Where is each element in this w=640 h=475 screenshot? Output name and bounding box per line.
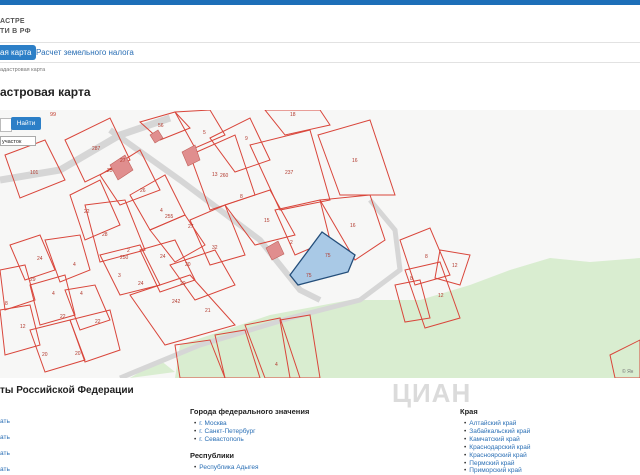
parcel-label: 15 xyxy=(264,218,270,224)
parcel-label: 101 xyxy=(30,170,39,176)
page-title: астровая карта xyxy=(0,85,91,99)
top-accent-bar xyxy=(0,0,640,5)
parcel-label: 3 xyxy=(118,273,121,279)
parcel-label: 4 xyxy=(52,291,55,297)
watermark: ЦИАН xyxy=(392,378,472,408)
parcel-label: 24 xyxy=(138,281,144,287)
krai-heading: Края xyxy=(460,407,478,416)
site-logo[interactable]: АСТРЕ ТИ В РФ xyxy=(0,17,31,37)
parcel-label: 8 xyxy=(425,254,428,260)
parcel-label: 12 xyxy=(438,293,444,299)
brand-line-2: ТИ В РФ xyxy=(0,28,31,35)
parcel-label: 22 xyxy=(95,319,101,325)
parcel-label: 29 xyxy=(30,277,36,283)
divider xyxy=(0,42,640,43)
parcel-label: 32 xyxy=(212,245,218,251)
federal-cities-heading: Города федерального значения xyxy=(190,407,310,416)
parcel-label: 26 xyxy=(140,188,146,194)
tab-cadastral-map[interactable]: ая карта xyxy=(0,45,37,60)
parcel-label: 25 xyxy=(107,168,113,174)
parcel-label: 27 xyxy=(188,224,194,230)
parcel-label: 287 xyxy=(92,146,101,152)
parcel-label: 24 xyxy=(160,254,166,260)
link-krai[interactable]: Камчатский край xyxy=(464,436,520,444)
link-krai[interactable]: Краснодарский край xyxy=(464,444,530,452)
link-krai[interactable]: Алтайский край xyxy=(464,420,516,428)
region-link[interactable]: ать xyxy=(0,434,10,441)
parcel-label: 99 xyxy=(50,112,56,118)
parcel-label: 12 xyxy=(20,324,26,330)
parcel-label: 2 xyxy=(127,248,130,254)
parcel-label: 22 xyxy=(60,314,66,320)
parcel-label: 8 xyxy=(410,276,413,282)
republics-heading: Республики xyxy=(190,451,234,460)
brand-line-1: АСТРЕ xyxy=(0,18,25,25)
link-krai[interactable]: Красноярский край xyxy=(464,452,526,460)
parcel-label: 237 xyxy=(285,170,294,176)
parcel-label: 27 xyxy=(120,158,126,164)
parcel-label: 260 xyxy=(220,173,229,179)
parcel-label: 8 xyxy=(240,194,243,200)
parcel-label: 12 xyxy=(452,263,458,269)
parcel-label: 4 xyxy=(160,208,163,214)
parcel-label: 255 xyxy=(165,214,174,220)
parcel-label: 2 xyxy=(290,240,293,246)
parcel-label: 20 xyxy=(180,281,186,287)
parcel-label: 250 xyxy=(120,255,129,261)
parcel-label: 13 xyxy=(212,172,218,178)
parcel-label: 9 xyxy=(245,136,248,142)
region-link[interactable]: ать xyxy=(0,466,10,473)
cadastral-map[interactable]: 99 56 5 18 287 9 101 27 25 26 13 260 237… xyxy=(0,110,640,378)
link-moscow[interactable]: г. Москва xyxy=(194,420,226,428)
region-link[interactable]: ать xyxy=(0,450,10,457)
parcel-label: 8 xyxy=(5,301,8,307)
map-canvas[interactable]: 99 56 5 18 287 9 101 27 25 26 13 260 237… xyxy=(0,110,640,378)
object-type-select[interactable]: участок xyxy=(0,136,36,146)
parcel-label: 75 xyxy=(306,273,312,279)
parcel-label: 75 xyxy=(325,253,331,259)
parcel-label: 20 xyxy=(75,351,81,357)
parcel-label: 21 xyxy=(205,308,211,314)
parcel-label: 56 xyxy=(158,123,164,129)
parcel-label: 18 xyxy=(290,112,296,118)
breadcrumb[interactable]: адастровая карта xyxy=(0,67,45,73)
parcel-label: 4 xyxy=(73,262,76,268)
regions-title: ты Российской Федерации xyxy=(0,385,134,396)
region-link[interactable]: ать xyxy=(0,418,10,425)
parcel-label: 5 xyxy=(203,130,206,136)
parcel-label: 20 xyxy=(42,352,48,358)
parcel-label: 24 xyxy=(37,256,43,262)
parcel-label: 16 xyxy=(352,158,358,164)
divider xyxy=(0,62,640,63)
parcel-label: 20 xyxy=(185,262,191,268)
link-sevastopol[interactable]: г. Севастополь xyxy=(194,436,243,444)
parcel-label: 242 xyxy=(172,299,181,305)
map-attribution: © Ян xyxy=(622,369,634,375)
parcel-label: 22 xyxy=(84,209,90,215)
search-button[interactable]: Найти xyxy=(11,117,41,130)
link-adygea[interactable]: Республика Адыгея xyxy=(194,464,258,472)
link-spb[interactable]: г. Санкт-Петербург xyxy=(194,428,255,436)
link-krai[interactable]: Забайкальский край xyxy=(464,428,530,436)
parcel-label: 4 xyxy=(275,362,278,368)
tab-land-tax[interactable]: Расчет земельного налога xyxy=(36,45,134,60)
parcel-label: 28 xyxy=(102,232,108,238)
parcel-label: 16 xyxy=(350,223,356,229)
parcel-label: 4 xyxy=(80,291,83,297)
